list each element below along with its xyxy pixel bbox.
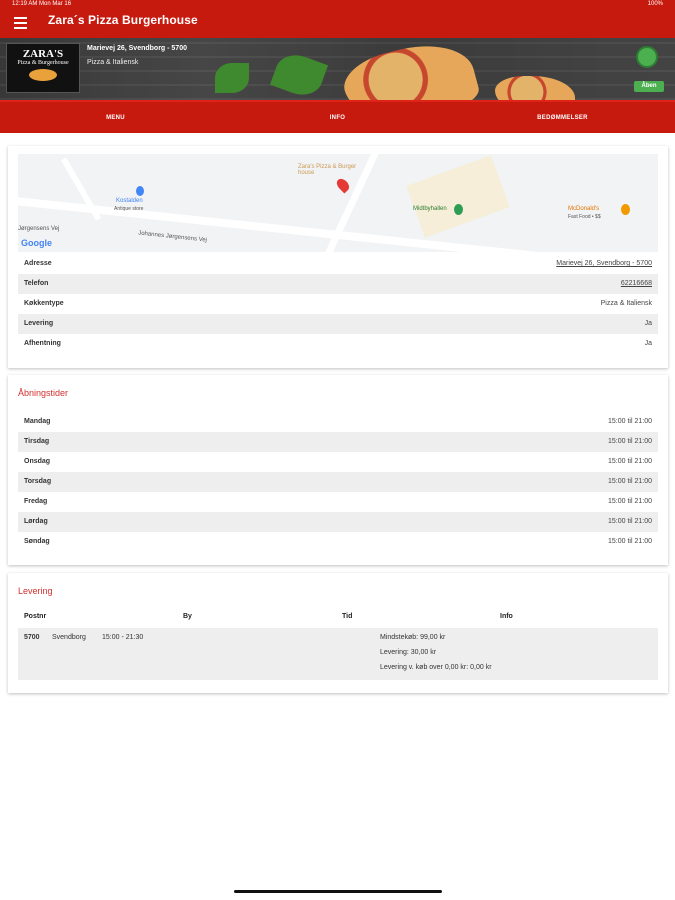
opening-hours-card: Åbningstider Mandag 15:00 til 21:00 Tirsd… (8, 375, 668, 565)
map-label: Jørgensens Vej (18, 226, 60, 232)
delivery-fee: Levering: 30,00 kr (380, 649, 437, 656)
tab-info[interactable]: INFO (225, 102, 450, 135)
info-row: Køkkentype Pizza & Italiensk (24, 300, 652, 307)
delivery-table-header: Postnr By Tid Info (18, 613, 658, 627)
section-title: Levering (18, 586, 53, 596)
hours-row: Mandag 15:00 til 21:00 (24, 418, 652, 425)
restaurant-logo: ZARA'S Pizza & Burgerhouse (6, 43, 80, 93)
status-bar: 12:19 AM Mon Mar 16 100% (0, 0, 675, 10)
app-bar: Zara´s Pizza Burgerhouse (0, 10, 675, 38)
delivery-minimum: Mindstekøb: 99,00 kr (380, 634, 446, 641)
info-row: Afhentning Ja (24, 340, 652, 347)
location-map[interactable]: Zara's Pizza & Burger house Kostalden An… (18, 154, 658, 252)
app-title: Zara´s Pizza Burgerhouse (48, 13, 198, 27)
restaurant-header: ZARA'S Pizza & Burgerhouse Marievej 26, … (0, 38, 675, 100)
hours-row: Lørdag 15:00 til 21:00 (18, 512, 658, 532)
info-row: Telefon 62216668 (18, 274, 658, 294)
home-indicator[interactable] (234, 890, 442, 893)
section-title: Åbningstider (18, 388, 69, 398)
place-icon (621, 204, 630, 215)
address-link[interactable]: Marievej 26, Svendborg - 5700 (556, 260, 652, 267)
tab-menu[interactable]: MENU (3, 102, 228, 135)
map-area (406, 155, 510, 238)
status-time: 12:19 AM Mon Mar 16 (12, 1, 72, 7)
column-header: Info (500, 613, 513, 620)
hours-row: Søndag 15:00 til 21:00 (24, 538, 652, 545)
tab-bar: MENU INFO BEDØMMELSER (0, 100, 675, 135)
delivery-city: Svendborg (52, 634, 86, 641)
column-header: Tid (342, 613, 353, 620)
delivery-card: Levering Postnr By Tid Info 5700 Svendbo… (8, 573, 668, 693)
map-label: Zara's Pizza & Burger house (298, 164, 357, 176)
basil-leaf-decoration (215, 63, 249, 93)
place-icon (454, 204, 463, 215)
info-row: Adresse Marievej 26, Svendborg - 5700 (24, 260, 652, 267)
restaurant-cuisine: Pizza & Italiensk (87, 59, 139, 66)
map-pin-icon (334, 176, 352, 194)
map-label: Antique store (114, 206, 144, 212)
open-status-badge: Åben (634, 81, 664, 92)
info-table: Adresse Marievej 26, Svendborg - 5700 Te… (18, 254, 658, 354)
column-header: By (183, 613, 192, 620)
delivery-time: 15:00 - 21:30 (102, 634, 144, 641)
info-card: Zara's Pizza & Burger house Kostalden An… (8, 146, 668, 368)
map-label: Fast Food • $$ (568, 214, 601, 220)
column-header: Postnr (24, 613, 47, 620)
hours-row: Onsdag 15:00 til 21:00 (24, 458, 652, 465)
delivery-free-threshold: Levering v. køb over 0,00 kr: 0,00 kr (380, 664, 492, 671)
mascot-icon (636, 46, 658, 68)
hours-row: Fredag 15:00 til 21:00 (24, 498, 652, 505)
map-label: Kostalden (116, 198, 143, 204)
delivery-postnr: 5700 (24, 634, 40, 641)
phone-link[interactable]: 62216668 (621, 280, 652, 287)
place-icon (136, 186, 144, 196)
map-label: McDonald's (568, 206, 600, 212)
google-logo: Google (21, 238, 52, 248)
restaurant-address: Marievej 26, Svendborg - 5700 (87, 45, 187, 52)
hours-row: Tirsdag 15:00 til 21:00 (18, 432, 658, 452)
battery-indicator: 100% (647, 1, 663, 7)
hours-row: Torsdag 15:00 til 21:00 (18, 472, 658, 492)
info-row: Levering Ja (18, 314, 658, 334)
tab-ratings[interactable]: BEDØMMELSER (450, 102, 675, 135)
map-label: Johannes Jørgensens Vej (137, 230, 208, 244)
map-label: Midtbyhallen (413, 206, 447, 212)
menu-icon[interactable] (12, 14, 30, 32)
hours-table: Mandag 15:00 til 21:00 Tirsdag 15:00 til 2… (18, 412, 658, 552)
delivery-row: 5700 Svendborg 15:00 - 21:30 Mindstekøb:… (18, 628, 658, 680)
